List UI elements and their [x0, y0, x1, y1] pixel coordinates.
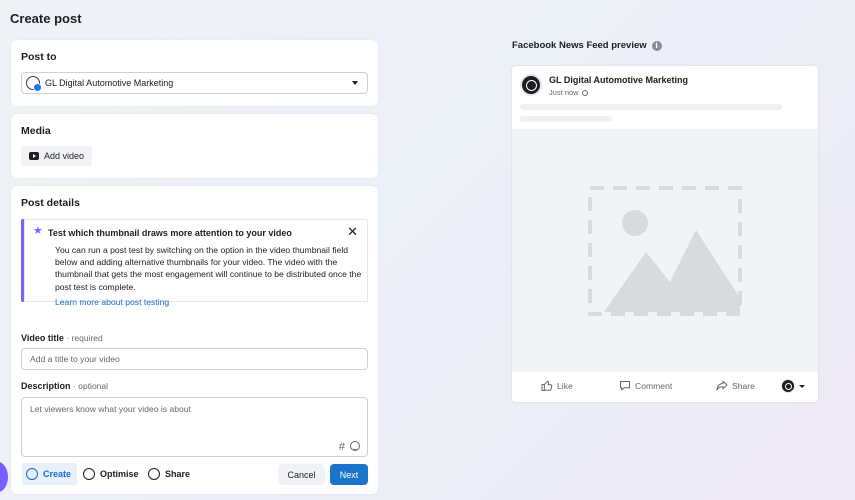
media-placeholder — [512, 129, 818, 372]
comment-label: Comment — [635, 380, 673, 391]
description-hint: optional — [78, 381, 109, 391]
add-video-label: Add video — [44, 151, 85, 161]
step-indicator — [26, 468, 38, 480]
footer-bar: Create Optimise Share Cancel Next — [11, 455, 378, 495]
step-create[interactable]: Create — [22, 463, 78, 485]
post-to-card: Post to GL Digital Automotive Marketing — [11, 40, 378, 106]
comment-icon — [620, 381, 630, 391]
description-label: Description · optional — [21, 381, 109, 391]
image-placeholder-icon — [588, 186, 742, 316]
description-field: # — [21, 397, 368, 457]
avatar — [781, 379, 795, 393]
learn-more-link[interactable]: Learn more about post testing — [55, 297, 169, 307]
preview-timestamp: Just now — [549, 88, 588, 97]
page-avatar — [520, 74, 542, 96]
notice-title: Test which thumbnail draws more attentio… — [48, 228, 292, 238]
video-icon — [29, 152, 39, 160]
like-button[interactable]: Like — [541, 380, 573, 391]
preview-actions: Like Comment Share — [512, 372, 818, 402]
notice-body: You can run a post test by switching on … — [55, 245, 362, 292]
profile-switcher[interactable] — [781, 379, 805, 393]
step-optimise[interactable]: Optimise — [83, 463, 139, 485]
preview-page-name: GL Digital Automotive Marketing — [549, 75, 689, 85]
globe-icon — [581, 89, 588, 96]
comment-button[interactable]: Comment — [619, 380, 672, 391]
description-input[interactable] — [22, 398, 367, 442]
step-share-label: Share — [165, 469, 191, 479]
description-label-text: Description — [21, 381, 71, 391]
video-title-hint: required — [71, 333, 103, 343]
add-video-button[interactable]: Add video — [21, 146, 93, 166]
text-skeleton — [520, 116, 612, 122]
like-icon — [541, 380, 553, 391]
info-icon[interactable]: i — [651, 40, 662, 51]
post-to-title: Post to — [21, 51, 57, 63]
help-bubble[interactable] — [0, 462, 8, 492]
step-indicator — [83, 468, 95, 480]
share-button[interactable]: Share — [716, 380, 755, 391]
page-avatar-icon — [26, 76, 42, 92]
page-selector-dropdown[interactable]: GL Digital Automotive Marketing — [21, 72, 368, 94]
video-title-label: Video title · required — [21, 333, 103, 343]
emoji-icon[interactable] — [350, 441, 360, 451]
share-label: Share — [732, 380, 755, 391]
hashtag-icon[interactable]: # — [339, 441, 345, 453]
star-icon: ★ — [33, 225, 43, 237]
preview-heading: Facebook News Feed preview i — [512, 40, 662, 51]
video-title-input[interactable] — [21, 348, 368, 370]
preview-timestamp-text: Just now — [549, 88, 579, 97]
media-title: Media — [21, 125, 51, 137]
page-title: Create post — [10, 11, 82, 26]
cancel-button[interactable]: Cancel — [278, 464, 325, 485]
news-feed-preview: GL Digital Automotive Marketing Just now… — [512, 66, 818, 402]
text-skeleton — [520, 104, 782, 110]
like-label: Like — [557, 380, 573, 391]
post-details-card: Post details ★ Test which thumbnail draw… — [11, 186, 378, 494]
next-button[interactable]: Next — [330, 464, 368, 485]
dropdown-caret-icon — [352, 81, 358, 85]
step-optimise-label: Optimise — [100, 469, 139, 479]
close-icon[interactable]: ✕ — [347, 225, 358, 238]
post-testing-notice: ★ Test which thumbnail draws more attent… — [21, 219, 368, 307]
preview-title: Facebook News Feed preview — [512, 40, 647, 51]
chevron-down-icon — [799, 384, 805, 388]
selected-page-label: GL Digital Automotive Marketing — [45, 78, 174, 88]
step-create-label: Create — [43, 469, 72, 479]
media-card: Media Add video — [11, 114, 378, 178]
share-icon — [716, 380, 728, 391]
step-share[interactable]: Share — [148, 463, 190, 485]
post-details-title: Post details — [21, 197, 80, 209]
step-indicator — [148, 468, 160, 480]
video-title-label-text: Video title — [21, 333, 64, 343]
